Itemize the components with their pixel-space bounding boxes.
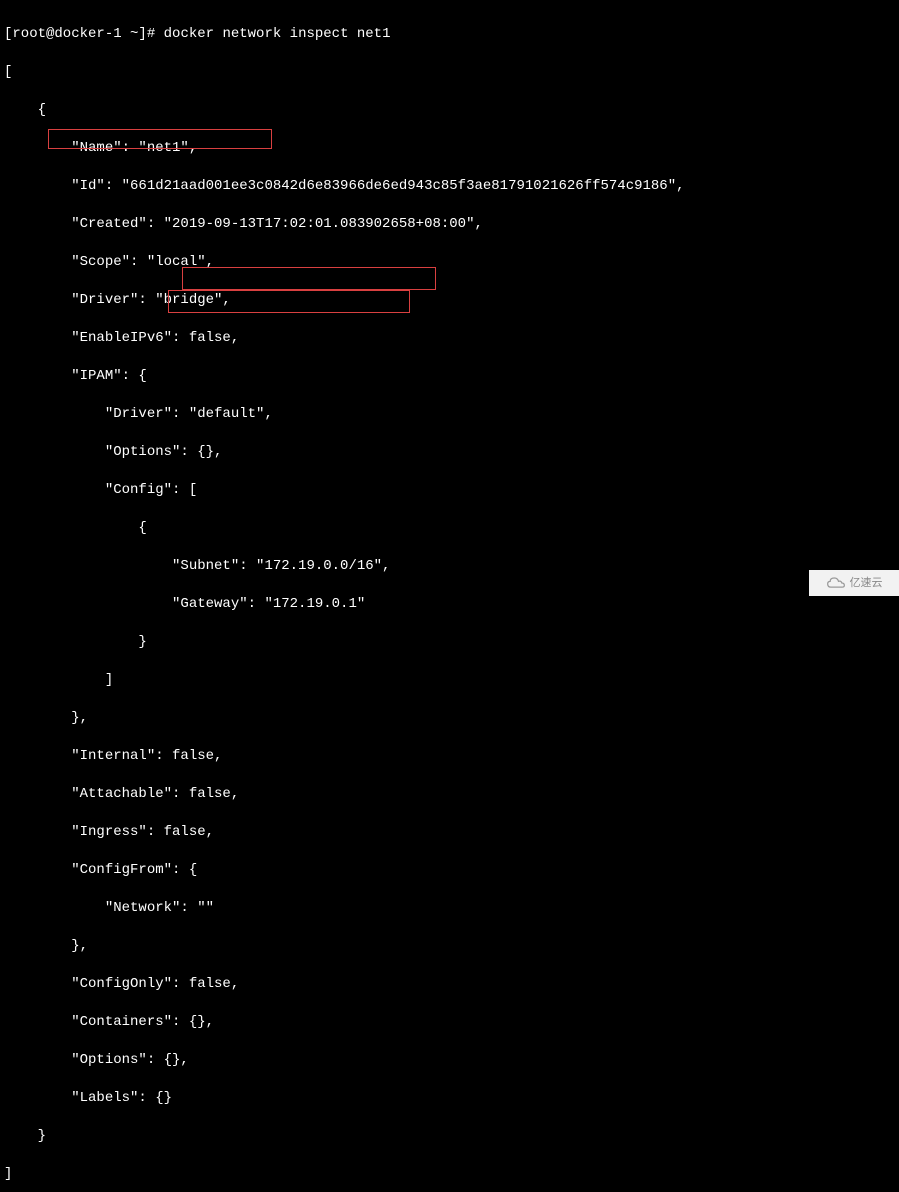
json-line-ipam: "IPAM": { [4,367,895,386]
json-line-name: "Name": "net1", [4,139,895,158]
json-line-driver: "Driver": "bridge", [4,291,895,310]
json-line-enableipv6: "EnableIPv6": false, [4,329,895,348]
json-line-configonly: "ConfigOnly": false, [4,975,895,994]
json-line-id: "Id": "661d21aad001ee3c0842d6e83966de6ed… [4,177,895,196]
json-line-configfrom-network: "Network": "" [4,899,895,918]
json-line-containers: "Containers": {}, [4,1013,895,1032]
json-line: } [4,633,895,652]
json-line-labels: "Labels": {} [4,1089,895,1108]
json-line-configfrom: "ConfigFrom": { [4,861,895,880]
json-line-ingress: "Ingress": false, [4,823,895,842]
json-line-internal: "Internal": false, [4,747,895,766]
json-line: }, [4,937,895,956]
json-line-scope: "Scope": "local", [4,253,895,272]
json-line: ] [4,1165,895,1184]
json-line-ipam-config: "Config": [ [4,481,895,500]
terminal-output: [root@docker-1 ~]# docker network inspec… [4,6,895,1192]
json-line-created: "Created": "2019-09-13T17:02:01.08390265… [4,215,895,234]
watermark-text: 亿速云 [850,574,883,593]
watermark: 亿速云 [809,570,899,596]
json-line: ] [4,671,895,690]
json-line-options: "Options": {}, [4,1051,895,1070]
json-line-gateway: "Gateway": "172.19.0.1" [4,595,895,614]
json-line-ipam-driver: "Driver": "default", [4,405,895,424]
json-line: }, [4,709,895,728]
json-line-attachable: "Attachable": false, [4,785,895,804]
json-line-subnet: "Subnet": "172.19.0.0/16", [4,557,895,576]
json-line: } [4,1127,895,1146]
json-line-ipam-options: "Options": {}, [4,443,895,462]
json-line: [ [4,63,895,82]
json-line: { [4,519,895,538]
shell-command: docker network inspect net1 [164,26,391,42]
json-line: { [4,101,895,120]
prompt-line: [root@docker-1 ~]# docker network inspec… [4,25,895,44]
shell-prompt: [root@docker-1 ~]# [4,26,164,42]
cloud-icon [826,576,846,590]
